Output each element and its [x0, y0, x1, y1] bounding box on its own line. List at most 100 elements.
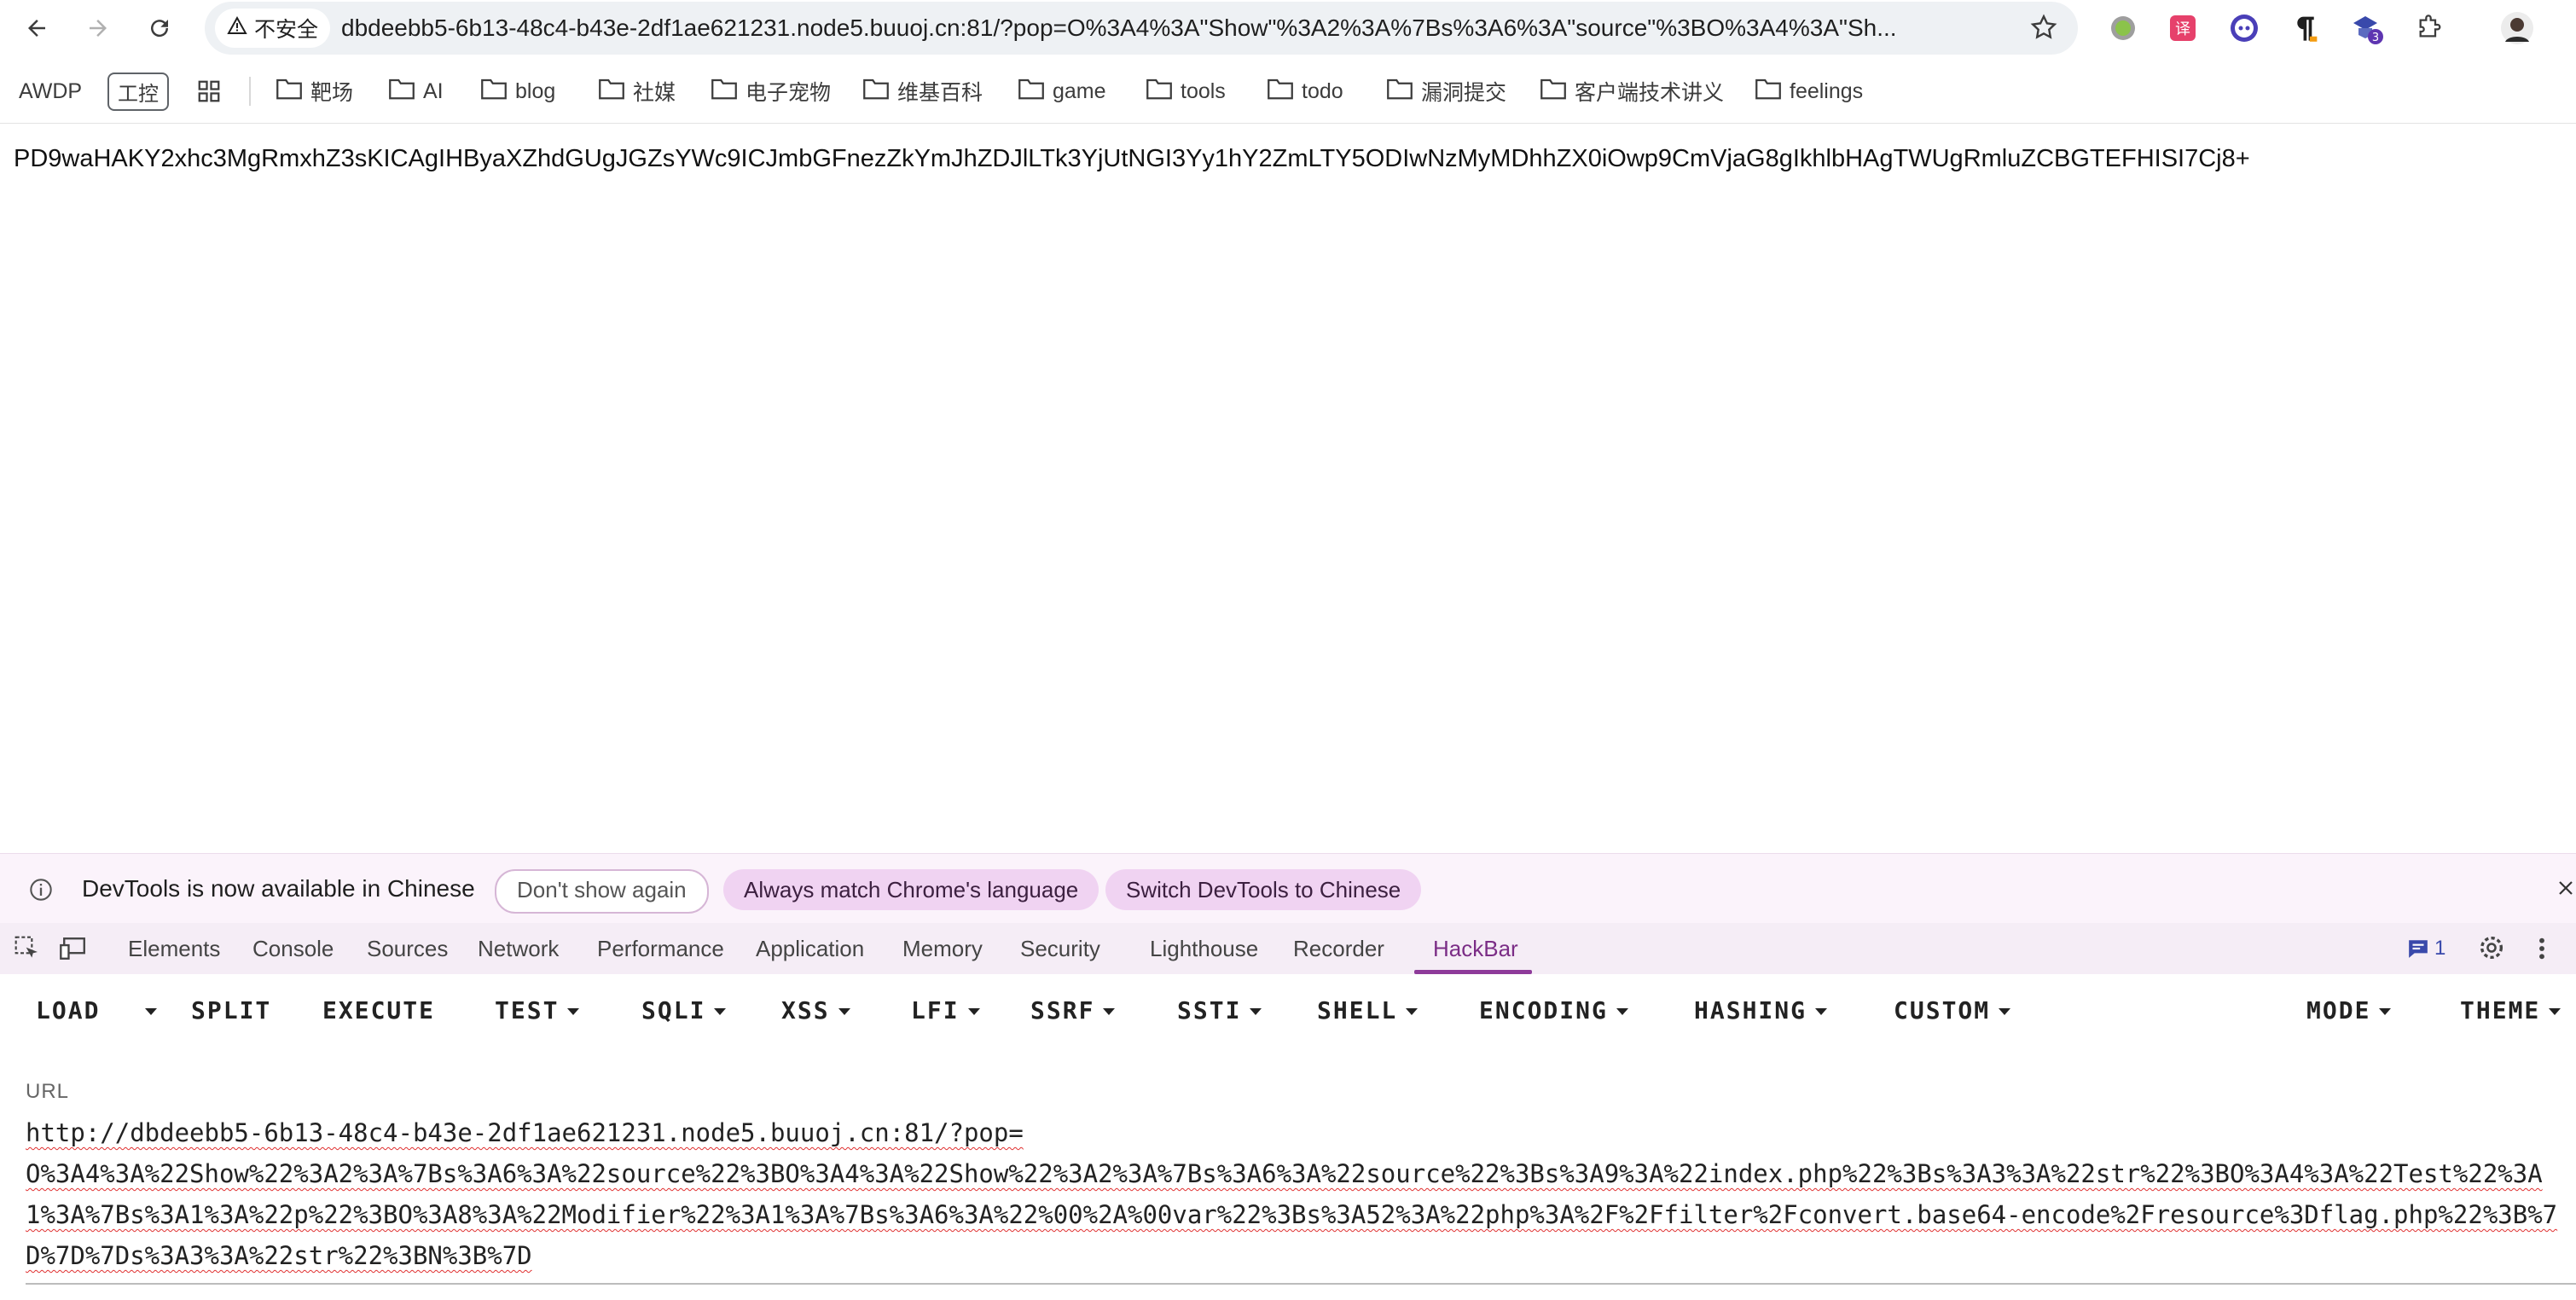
- page-output-text: PD9waHAKY2xhc3MgRmxhZ3sKICAgIHByaXZhdGUg…: [14, 145, 2250, 172]
- folder-icon: [1387, 78, 1413, 106]
- security-chip[interactable]: 不安全: [215, 9, 331, 48]
- switch-devtools-chinese-button[interactable]: Switch DevTools to Chinese: [1105, 869, 1422, 910]
- more-vert-icon[interactable]: [2533, 935, 2550, 966]
- bookmark-folder[interactable]: todo: [1268, 60, 1343, 123]
- bookmark-folder[interactable]: AI: [389, 60, 444, 123]
- settings-icon[interactable]: [2477, 933, 2506, 966]
- folder-icon: [276, 78, 302, 106]
- folder-icon: [389, 78, 415, 106]
- tab-hackbar[interactable]: HackBar: [1433, 923, 1518, 974]
- bookmark-folder[interactable]: 靶场: [276, 60, 353, 123]
- device-icon[interactable]: [60, 935, 89, 966]
- extensions-puzzle-icon[interactable]: [2411, 10, 2446, 46]
- ssti-menu[interactable]: SSTI: [1177, 974, 1262, 1048]
- robot-extension-icon[interactable]: [2226, 10, 2262, 46]
- folder-icon: [481, 78, 507, 106]
- load-button[interactable]: LOAD: [36, 974, 100, 1048]
- extension-status-icon[interactable]: [2105, 10, 2141, 46]
- url-textarea[interactable]: http://dbdeebb5-6b13-48c4-b43e-2df1ae621…: [26, 1112, 2567, 1280]
- tab-network[interactable]: Network: [478, 923, 559, 974]
- tab-elements[interactable]: Elements: [128, 923, 220, 974]
- translate-extension-icon[interactable]: 译: [2165, 10, 2201, 46]
- folder-icon: [1540, 78, 1566, 106]
- mode-menu-label: MODE: [2306, 996, 2371, 1024]
- bookmark-label: 客户端技术讲义: [1575, 81, 1725, 105]
- test-menu-label: TEST: [495, 996, 560, 1024]
- issues-counter[interactable]: 1: [2407, 937, 2445, 960]
- chevron-down-icon: [2549, 1008, 2561, 1015]
- split-button[interactable]: SPLIT: [191, 974, 271, 1048]
- bookmark-folder[interactable]: feelings: [1755, 60, 1863, 123]
- address-text[interactable]: dbdeebb5-6b13-48c4-b43e-2df1ae621231.nod…: [341, 2, 1962, 55]
- chevron-down-icon: [1103, 1008, 1116, 1015]
- bookmark-label: 电子宠物: [746, 81, 832, 105]
- tab-application[interactable]: Application: [756, 923, 864, 974]
- theme-menu[interactable]: THEME: [2460, 974, 2561, 1048]
- bookmark-awdp[interactable]: AWDP: [19, 60, 82, 123]
- ssti-menu-label: SSTI: [1177, 996, 1242, 1024]
- bookmark-folder[interactable]: 客户端技术讲义: [1540, 60, 1724, 123]
- bookmark-ics[interactable]: 工控: [107, 60, 169, 123]
- sqli-menu[interactable]: SQLI: [641, 974, 727, 1048]
- chevron-down-icon: [2379, 1008, 2392, 1015]
- tab-sources[interactable]: Sources: [367, 923, 448, 974]
- extension-badge: 3: [2372, 32, 2379, 44]
- lfi-menu-label: LFI: [911, 996, 960, 1024]
- apps-grid-icon[interactable]: [196, 60, 222, 123]
- forward-arrow-icon[interactable]: [78, 9, 118, 48]
- pilcrow-extension-icon[interactable]: [2288, 10, 2324, 46]
- bookmark-folder[interactable]: tools: [1146, 60, 1226, 123]
- lfi-menu[interactable]: LFI: [911, 974, 980, 1048]
- shell-menu-label: SHELL: [1317, 996, 1398, 1024]
- shell-menu[interactable]: SHELL: [1317, 974, 1419, 1048]
- xss-menu-label: XSS: [781, 996, 830, 1024]
- inspect-icon[interactable]: [14, 935, 41, 966]
- infobar-message: DevTools is now available in Chinese: [82, 875, 475, 902]
- tab-memory[interactable]: Memory: [902, 923, 983, 974]
- avatar[interactable]: [2499, 10, 2535, 46]
- hackbar-extension-icon[interactable]: 3: [2349, 10, 2385, 46]
- chevron-down-icon: [1250, 1008, 1262, 1015]
- bookmark-folder[interactable]: 维基百科: [863, 60, 983, 123]
- bookmark-label: 漏洞提交: [1421, 81, 1507, 105]
- chevron-down-icon: [1616, 1008, 1628, 1015]
- dont-show-again-button[interactable]: Don't show again: [495, 869, 709, 914]
- bookmark-folder[interactable]: game: [1018, 60, 1106, 123]
- test-menu[interactable]: TEST: [495, 974, 580, 1048]
- encoding-menu[interactable]: ENCODING: [1479, 974, 1628, 1048]
- address-bar[interactable]: 不安全 dbdeebb5-6b13-48c4-b43e-2df1ae621231…: [205, 2, 2078, 55]
- chevron-down-icon: [567, 1008, 580, 1015]
- bookmark-folder[interactable]: blog: [481, 60, 555, 123]
- bookmark-folder[interactable]: 漏洞提交: [1387, 60, 1506, 123]
- chevron-down-icon: [714, 1008, 727, 1015]
- ssrf-menu-label: SSRF: [1030, 996, 1095, 1024]
- custom-menu[interactable]: CUSTOM: [1894, 974, 2011, 1048]
- xss-menu[interactable]: XSS: [781, 974, 850, 1048]
- back-arrow-icon[interactable]: [17, 9, 56, 48]
- hashing-menu[interactable]: HASHING: [1694, 974, 1828, 1048]
- tab-lighthouse[interactable]: Lighthouse: [1150, 923, 1258, 974]
- bookmark-label: tools: [1181, 78, 1226, 103]
- star-icon[interactable]: [2028, 12, 2059, 47]
- ssrf-menu[interactable]: SSRF: [1030, 974, 1116, 1048]
- execute-button[interactable]: EXECUTE: [322, 974, 435, 1048]
- bookmark-label: game: [1053, 78, 1106, 103]
- tab-performance[interactable]: Performance: [597, 923, 724, 974]
- folder-icon: [711, 78, 737, 106]
- always-match-language-button[interactable]: Always match Chrome's language: [723, 869, 1099, 910]
- chevron-down-icon: [1406, 1008, 1419, 1015]
- hackbar-menu: LOAD SPLIT EXECUTE TEST SQLI XSS LFI SSR…: [0, 974, 2576, 1048]
- hashing-menu-label: HASHING: [1694, 996, 1807, 1024]
- bookmark-folder[interactable]: 电子宠物: [711, 60, 831, 123]
- bookmark-label: 靶场: [310, 81, 354, 105]
- tab-console[interactable]: Console: [252, 923, 334, 974]
- load-dropdown-toggle[interactable]: [136, 974, 157, 1048]
- tab-security[interactable]: Security: [1020, 923, 1100, 974]
- reload-icon[interactable]: [140, 9, 179, 48]
- info-icon: [29, 878, 53, 906]
- mode-menu[interactable]: MODE: [2306, 974, 2392, 1048]
- tab-recorder[interactable]: Recorder: [1293, 923, 1384, 974]
- close-icon[interactable]: [2556, 878, 2576, 902]
- bookmark-label: AWDP: [19, 78, 83, 103]
- bookmark-folder[interactable]: 社媒: [599, 60, 676, 123]
